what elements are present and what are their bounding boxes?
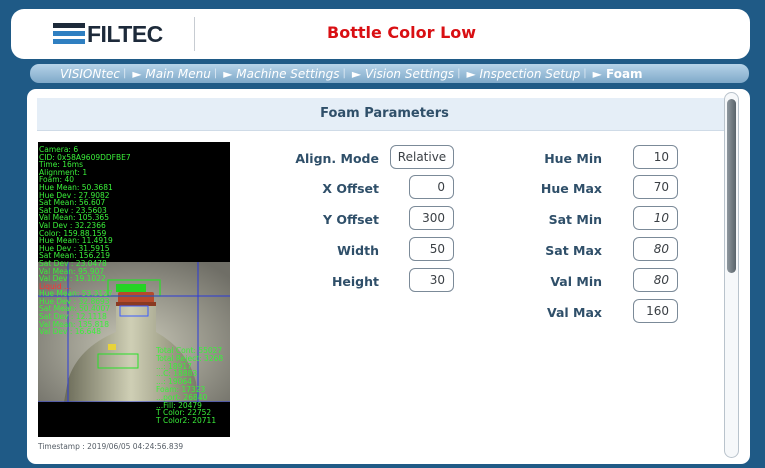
breadcrumb-inspection-setup[interactable]: ► Inspection Setup — [466, 67, 580, 81]
hue-min-field[interactable]: 10 — [633, 145, 678, 169]
val-min-field[interactable]: 80 — [633, 268, 678, 292]
logo-text: FILTEC — [87, 20, 163, 47]
breadcrumb-separator: | — [583, 68, 587, 79]
label-val-min: Val Min — [550, 274, 602, 289]
y-offset-field[interactable]: 300 — [409, 206, 454, 230]
label-width: Width — [337, 243, 379, 258]
label-val-max: Val Max — [547, 305, 602, 320]
val-max-field[interactable]: 160 — [633, 299, 678, 323]
label-hue-max: Hue Max — [540, 181, 602, 196]
breadcrumb-machine-settings[interactable]: ► Machine Settings — [223, 67, 339, 81]
label-y-offset: Y Offset — [322, 212, 379, 227]
label-height: Height — [331, 274, 379, 289]
foam-parameters-panel: Foam Parameters Camera: 6 CID: 0x58A9609… — [27, 89, 750, 464]
breadcrumb: VISIONtec | ► Main Menu | ► Machine Settin… — [30, 64, 749, 83]
breadcrumb-vision-settings[interactable]: ► Vision Settings — [352, 67, 454, 81]
breadcrumb-separator: | — [457, 68, 461, 79]
hue-max-field[interactable]: 70 — [633, 175, 678, 199]
label-sat-min: Sat Min — [548, 212, 602, 227]
vertical-scrollbar[interactable] — [724, 92, 739, 458]
header-divider — [194, 17, 195, 51]
label-x-offset: X Offset — [322, 181, 379, 196]
label-hue-min: Hue Min — [544, 151, 602, 166]
camera-image: Camera: 6 CID: 0x58A9609DDFBE7 Time: 16ms A… — [38, 142, 230, 437]
label-sat-max: Sat Max — [545, 243, 602, 258]
alert-title: Bottle Color Low — [327, 23, 477, 42]
breadcrumb-main-menu[interactable]: ► Main Menu — [132, 67, 210, 81]
timestamp: Timestamp : 2019/06/05 04:24:56.839 — [38, 442, 184, 451]
overlay-text-line: Val Dev : 16.648 — [39, 327, 101, 337]
height-field[interactable]: 30 — [409, 268, 454, 292]
breadcrumb-separator: | — [213, 68, 218, 79]
camera-overlay-text: Camera: 6 CID: 0x58A9609DDFBE7 Time: 16ms A… — [39, 146, 131, 336]
sat-max-field[interactable]: 80 — [633, 237, 678, 261]
breadcrumb-separator: | — [342, 68, 346, 79]
overlay-text-line: T Color2: 20711 — [156, 416, 217, 426]
breadcrumb-visiontec[interactable]: VISIONtec — [60, 67, 120, 81]
breadcrumb-separator: | — [123, 68, 127, 79]
filtec-logo: FILTEC — [53, 20, 163, 48]
label-align-mode: Align. Mode — [295, 151, 379, 166]
width-field[interactable]: 50 — [409, 237, 454, 261]
panel-title: Foam Parameters — [37, 98, 732, 131]
scrollbar-thumb[interactable] — [727, 99, 736, 273]
camera-stats-text: Total Cont: 55027 Total Reject: 3268...: … — [156, 347, 223, 425]
header-bar: FILTEC Bottle Color Low — [11, 9, 750, 59]
logo-stripes-icon — [53, 23, 85, 45]
sat-min-field[interactable]: 10 — [633, 206, 678, 230]
x-offset-field[interactable]: 0 — [409, 175, 454, 199]
breadcrumb-current-foam: ► Foam — [592, 66, 643, 81]
align-mode-field[interactable]: Relative — [390, 145, 454, 169]
